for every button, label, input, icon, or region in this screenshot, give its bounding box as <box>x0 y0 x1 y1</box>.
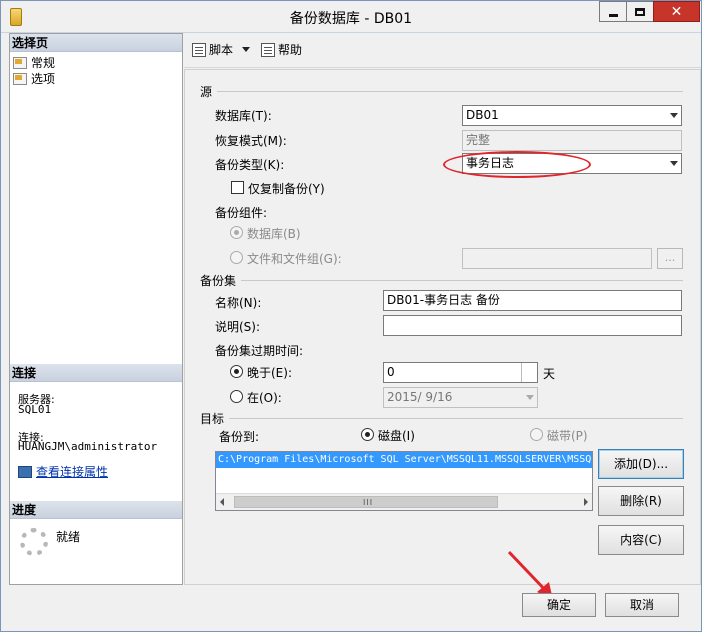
destination-group-label: 目标 <box>200 412 225 426</box>
close-icon: ✕ <box>670 3 683 20</box>
copy-only-checkbox[interactable] <box>231 181 244 194</box>
expire-label: 备份集过期时间: <box>215 344 304 358</box>
chevron-down-icon <box>670 113 678 118</box>
destination-list[interactable]: C:\Program Files\Microsoft SQL Server\MS… <box>215 451 593 511</box>
horizontal-scrollbar[interactable]: III <box>216 493 592 510</box>
scrollbar-thumb[interactable]: III <box>234 496 498 508</box>
chevron-down-icon <box>670 161 678 166</box>
chevron-down-icon <box>242 47 251 52</box>
tape-label: 磁带(P) <box>547 429 588 443</box>
page-icon <box>13 72 27 85</box>
view-connection-properties-link[interactable]: 查看连接属性 <box>18 463 108 480</box>
expire-days-value: 0 <box>387 365 395 379</box>
nav-item-label: 选项 <box>31 72 56 86</box>
backup-set-group-label: 备份集 <box>200 274 237 288</box>
connection-properties-icon <box>18 465 32 478</box>
view-connection-properties-label: 查看连接属性 <box>36 465 109 479</box>
progress-header: 进度 <box>10 501 182 519</box>
database-combo[interactable]: DB01 <box>462 105 682 126</box>
source-group-divider <box>217 91 683 92</box>
backup-set-group-divider <box>241 280 683 281</box>
backup-name-input[interactable]: DB01-事务日志 备份 <box>383 290 682 311</box>
window-title: 备份数据库 - DB01 <box>289 11 413 27</box>
files-field <box>462 248 652 269</box>
minimize-button[interactable] <box>599 1 626 22</box>
database-label: 数据库(T): <box>215 109 272 123</box>
disk-radio[interactable] <box>361 428 374 441</box>
cancel-button[interactable]: 取消 <box>605 593 679 617</box>
toolbar: 脚本 帮助 <box>184 33 701 68</box>
script-label: 脚本 <box>209 43 234 57</box>
contents-button[interactable]: 内容(C) <box>598 525 684 555</box>
general-page-content: 源 数据库(T): DB01 恢复模式(M): 完整 备份类型(K): 事务日志… <box>184 69 701 600</box>
connection-header: 连接 <box>10 364 182 382</box>
description-label: 说明(S): <box>215 320 261 334</box>
nav-item-options[interactable]: 选项 <box>13 71 55 86</box>
component-database-label: 数据库(B) <box>247 227 301 241</box>
list-item[interactable]: C:\Program Files\Microsoft SQL Server\MS… <box>216 452 592 468</box>
backup-component-label: 备份组件: <box>215 206 268 220</box>
help-label: 帮助 <box>278 43 303 57</box>
expire-days-stepper[interactable]: 0 <box>383 362 538 383</box>
nav-item-general[interactable]: 常规 <box>13 55 55 70</box>
scroll-right-icon[interactable] <box>584 498 588 506</box>
component-files-label: 文件和文件组(G): <box>247 252 342 266</box>
destination-group-divider <box>229 418 683 419</box>
calendar-icon <box>526 395 534 400</box>
page-icon <box>13 56 27 69</box>
help-button[interactable]: 帮助 <box>261 41 302 58</box>
backup-name-label: 名称(N): <box>215 296 262 310</box>
expire-after-radio[interactable] <box>230 365 243 378</box>
progress-status: 就绪 <box>56 530 81 544</box>
expire-after-label: 晚于(E): <box>247 366 292 380</box>
backup-to-label: 备份到: <box>219 430 260 444</box>
backup-type-label: 备份类型(K): <box>215 158 285 172</box>
script-button[interactable]: 脚本 <box>192 41 251 58</box>
recovery-model-field: 完整 <box>462 130 682 151</box>
maximize-icon <box>635 7 645 16</box>
component-files-radio[interactable] <box>230 251 243 264</box>
backup-database-window: 备份数据库 - DB01 ✕ 选择页 常规 选项 连接 服务器: SQL01 连… <box>0 0 702 632</box>
help-icon <box>261 42 275 57</box>
highlight-oval <box>443 151 591 178</box>
days-label: 天 <box>543 367 556 381</box>
expire-on-label: 在(O): <box>247 391 282 405</box>
stepper-arrows-icon[interactable] <box>521 363 537 382</box>
title-bar[interactable]: 备份数据库 - DB01 ✕ <box>1 1 701 33</box>
disk-label: 磁盘(I) <box>378 429 415 443</box>
description-input[interactable] <box>383 315 682 336</box>
tape-radio[interactable] <box>530 428 543 441</box>
component-database-radio[interactable] <box>230 226 243 239</box>
recovery-model-label: 恢复模式(M): <box>215 134 287 148</box>
connection-value: HUANGJM\administrator <box>18 440 158 453</box>
scroll-left-icon[interactable] <box>220 498 224 506</box>
progress-spinner-icon <box>20 528 48 556</box>
script-icon <box>192 42 206 57</box>
expire-date-value: 2015/ 9/16 <box>387 390 453 404</box>
source-group-label: 源 <box>200 85 213 99</box>
left-pane: 选择页 常规 选项 连接 服务器: SQL01 连接: HUANGJM\admi… <box>9 33 183 585</box>
expire-date-picker: 2015/ 9/16 <box>383 387 538 408</box>
expire-on-radio[interactable] <box>230 390 243 403</box>
copy-only-label: 仅复制备份(Y) <box>248 182 325 196</box>
remove-destination-button[interactable]: 删除(R) <box>598 486 684 516</box>
grip-icon: III <box>363 498 374 507</box>
server-value: SQL01 <box>18 403 52 416</box>
minimize-icon <box>608 13 618 17</box>
close-button[interactable]: ✕ <box>653 1 700 22</box>
nav-item-label: 常规 <box>31 56 56 70</box>
ok-button[interactable]: 确定 <box>522 593 596 617</box>
add-destination-button[interactable]: 添加(D)... <box>598 449 684 479</box>
database-value: DB01 <box>466 108 499 122</box>
select-page-header: 选择页 <box>10 34 182 52</box>
browse-files-button[interactable]: ... <box>657 248 683 269</box>
maximize-button[interactable] <box>626 1 653 22</box>
